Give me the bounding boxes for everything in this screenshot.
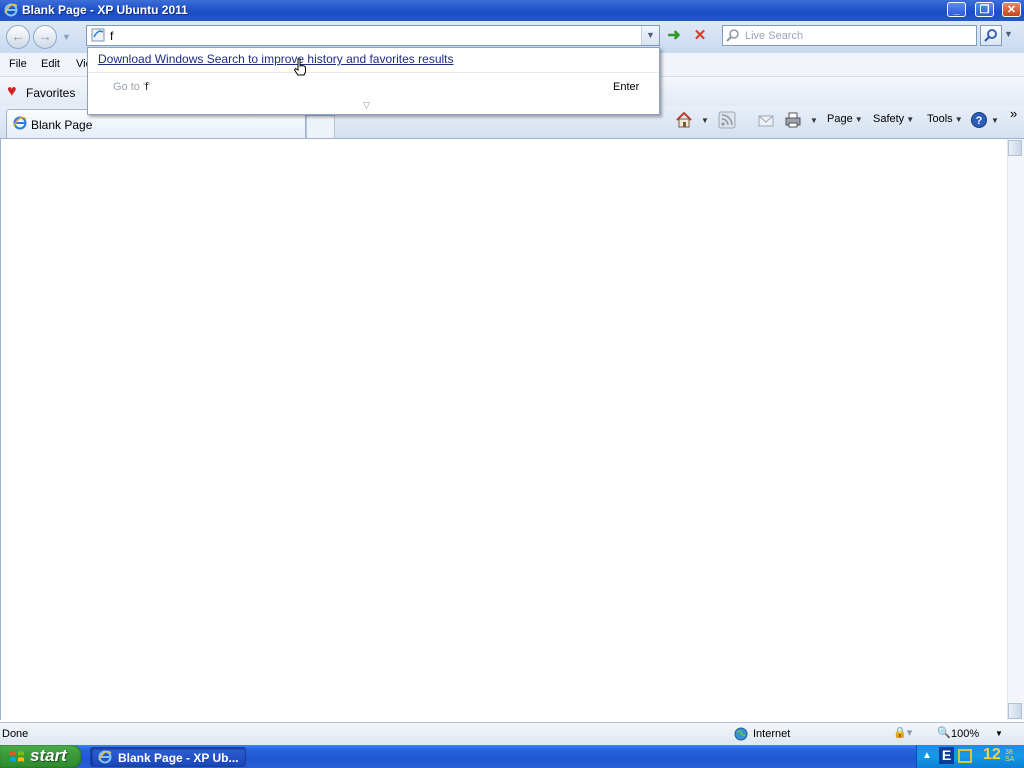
window-titlebar[interactable]: Blank Page - XP Ubuntu 2011 _ ❐ ✕ bbox=[0, 0, 1024, 22]
download-windows-search-link[interactable]: Download Windows Search to improve histo… bbox=[98, 52, 454, 66]
scroll-up-button[interactable] bbox=[1008, 140, 1022, 156]
forward-button[interactable]: → bbox=[33, 25, 57, 49]
internet-explorer-icon bbox=[13, 116, 27, 130]
go-to-prefix: Go to ' bbox=[113, 81, 146, 93]
network-icon[interactable] bbox=[958, 749, 972, 763]
taskbar-item-ie[interactable]: Blank Page - XP Ub... bbox=[90, 747, 246, 767]
chevron-down-icon: ▼ bbox=[954, 115, 963, 124]
read-mail-icon[interactable] bbox=[757, 111, 775, 129]
zoom-icon[interactable]: 🔍 bbox=[937, 726, 951, 739]
clock-suffix-2: SA bbox=[1005, 756, 1015, 763]
status-text: Done bbox=[2, 728, 29, 740]
windows-flag-icon bbox=[10, 751, 24, 762]
internet-explorer-icon bbox=[98, 750, 112, 764]
popup-divider bbox=[88, 72, 659, 73]
close-button[interactable]: ✕ bbox=[1002, 2, 1021, 17]
go-to-suffix: ' bbox=[148, 81, 151, 93]
address-bar[interactable]: f ▼ bbox=[86, 25, 660, 46]
page-menu-button[interactable]: Page ▼ bbox=[827, 113, 863, 125]
address-dropdown-button[interactable]: ▼ bbox=[641, 26, 659, 45]
go-button[interactable]: ➜ bbox=[664, 26, 684, 46]
help-icon[interactable]: ? bbox=[970, 111, 988, 129]
protected-mode-icon[interactable]: 🔒▾ bbox=[893, 726, 912, 739]
window-title: Blank Page - XP Ubuntu 2011 bbox=[22, 3, 188, 17]
tools-menu-button[interactable]: Tools ▼ bbox=[927, 113, 963, 125]
system-tray: ▲ E 12 38 SA bbox=[916, 745, 1024, 768]
stop-button[interactable]: ✕ bbox=[690, 26, 710, 46]
maximize-button[interactable]: ❐ bbox=[975, 2, 994, 17]
search-button[interactable] bbox=[980, 25, 1002, 46]
show-hidden-icons-icon[interactable]: ▲ bbox=[922, 750, 932, 761]
favorites-label: Favorites bbox=[26, 86, 76, 100]
vertical-scrollbar[interactable] bbox=[1007, 139, 1024, 720]
print-icon[interactable] bbox=[784, 111, 802, 129]
scroll-down-button[interactable] bbox=[1008, 703, 1022, 719]
status-bar: Done Internet 🔒▾ 🔍 100% ▼ bbox=[0, 722, 1024, 746]
search-options-dropdown-icon[interactable]: ▼ bbox=[1004, 29, 1013, 39]
taskbar-item-label: Blank Page - XP Ub... bbox=[118, 751, 239, 765]
new-tab-button[interactable] bbox=[306, 115, 335, 138]
home-icon[interactable] bbox=[675, 111, 693, 129]
address-autocomplete-popup: Download Windows Search to improve histo… bbox=[87, 47, 660, 115]
taskbar: start Blank Page - XP Ub... ▲ E 12 38 SA bbox=[0, 745, 1024, 768]
forward-arrow-icon: → bbox=[38, 28, 52, 44]
clock-suffix-1: 38 bbox=[1005, 749, 1013, 756]
globe-icon bbox=[734, 727, 748, 741]
chevron-down-icon: ▼ bbox=[906, 115, 915, 124]
minimize-button[interactable]: _ bbox=[947, 2, 966, 17]
back-arrow-icon: ← bbox=[11, 28, 25, 44]
address-input[interactable]: f bbox=[110, 29, 113, 43]
internet-explorer-icon bbox=[4, 3, 18, 17]
clock-minutes: 38 SA bbox=[1005, 749, 1014, 763]
security-zone-label[interactable]: Internet bbox=[753, 728, 790, 740]
favorites-button[interactable]: ♥ Favorites bbox=[4, 81, 76, 103]
svg-text:?: ? bbox=[976, 115, 983, 127]
heart-icon: ♥ bbox=[7, 83, 17, 100]
recent-pages-dropdown-icon[interactable]: ▼ bbox=[62, 32, 71, 42]
search-input[interactable]: Live Search bbox=[745, 30, 803, 42]
hand-cursor-icon bbox=[293, 58, 306, 76]
start-button[interactable]: start bbox=[0, 745, 82, 768]
enter-shortcut-label: Enter bbox=[613, 81, 640, 93]
back-button[interactable]: ← bbox=[6, 25, 30, 49]
zoom-level[interactable]: 100% bbox=[951, 728, 979, 740]
menu-file[interactable]: File bbox=[9, 58, 27, 70]
zoom-dropdown-icon[interactable]: ▼ bbox=[995, 729, 1003, 738]
chevron-down-icon: ▼ bbox=[646, 30, 655, 40]
expand-popup-icon[interactable]: ▽ bbox=[363, 100, 370, 111]
help-dropdown-icon[interactable]: ▼ bbox=[989, 114, 999, 126]
home-dropdown-icon[interactable]: ▼ bbox=[699, 114, 709, 126]
tools-menu-label: Tools bbox=[927, 113, 953, 125]
safety-menu-label: Safety bbox=[873, 113, 905, 125]
search-icon bbox=[726, 29, 739, 42]
page-content[interactable] bbox=[0, 139, 1007, 720]
menu-edit[interactable]: Edit bbox=[41, 58, 60, 70]
go-to-suggestion[interactable]: Go to 'f' bbox=[113, 81, 150, 93]
safety-menu-button[interactable]: Safety ▼ bbox=[873, 113, 914, 125]
clock[interactable]: 12 bbox=[983, 746, 1001, 764]
feeds-icon[interactable] bbox=[718, 111, 736, 129]
more-commands-button[interactable]: » bbox=[1010, 106, 1017, 121]
start-label: start bbox=[30, 746, 67, 765]
search-box[interactable]: Live Search bbox=[722, 25, 977, 46]
print-dropdown-icon[interactable]: ▼ bbox=[808, 114, 818, 126]
page-menu-label: Page bbox=[827, 113, 853, 125]
page-icon bbox=[91, 28, 105, 42]
chevron-down-icon: ▼ bbox=[854, 115, 863, 124]
magnifier-icon bbox=[984, 29, 997, 42]
tab-label: Blank Page bbox=[31, 118, 93, 132]
tray-language-icon[interactable]: E bbox=[939, 747, 954, 764]
